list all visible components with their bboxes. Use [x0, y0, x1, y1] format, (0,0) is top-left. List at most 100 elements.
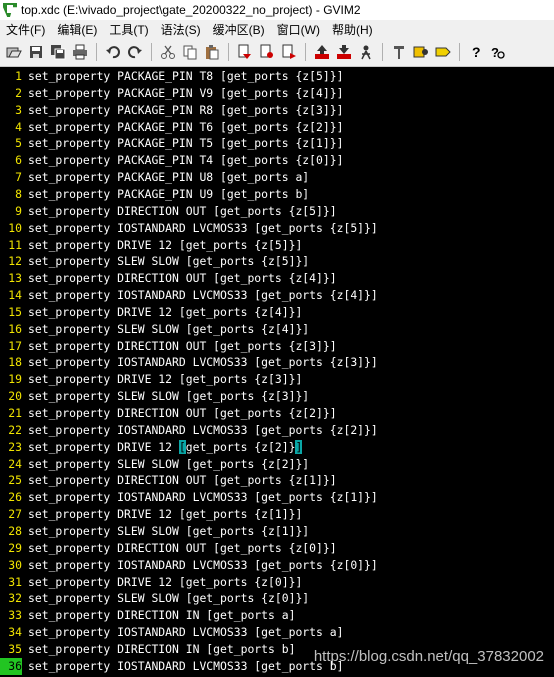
line-text: set_property DIRECTION OUT [get_ports {z… [28, 338, 337, 353]
editor-line[interactable]: 9 set_property DIRECTION OUT [get_ports {… [0, 203, 336, 220]
menu-item-0[interactable]: 文件(F) [0, 21, 51, 38]
editor-line[interactable]: 24 set_property SLEW SLOW [get_ports {z[2… [0, 456, 309, 473]
editor-line[interactable]: 21 set_property DIRECTION OUT [get_ports … [0, 405, 337, 422]
line-text: set_property SLEW SLOW [get_ports {z[1]}… [28, 523, 310, 538]
replace-icon[interactable] [235, 42, 255, 62]
line-number: 27 [8, 507, 22, 522]
line-text: set_property DIRECTION IN [get_ports b] [28, 641, 296, 656]
line-number: 26 [8, 490, 22, 505]
editor-line[interactable]: 33 set_property DIRECTION IN [get_ports a… [0, 607, 295, 624]
line-text: set_property PACKAGE_PIN V9 [get_ports {… [28, 85, 344, 100]
editor-line[interactable]: 10 set_property IOSTANDARD LVCMOS33 [get_… [0, 220, 377, 237]
editor-line[interactable]: 22 set_property IOSTANDARD LVCMOS33 [get_… [0, 422, 377, 439]
line-number: 33 [8, 608, 22, 623]
undo-icon[interactable] [103, 42, 123, 62]
editor-line[interactable]: 3 set_property PACKAGE_PIN R8 [get_ports … [0, 102, 343, 119]
line-text: set_property DIRECTION IN [get_ports a] [28, 608, 296, 623]
line-number: 13 [8, 271, 22, 286]
editor-line[interactable]: 27 set_property DRIVE 12 [get_ports {z[1]… [0, 506, 302, 523]
line-text: set_property DIRECTION OUT [get_ports {z… [28, 406, 337, 420]
line-number: 21 [8, 406, 22, 420]
line-number: 28 [8, 523, 22, 538]
load-session-icon[interactable] [312, 42, 332, 62]
menu-item-5[interactable]: 窗口(W) [271, 21, 326, 38]
line-text: set_property SLEW SLOW [get_ports {z[3]}… [28, 389, 310, 404]
line-number: 18 [8, 355, 22, 370]
line-number: 22 [8, 422, 22, 437]
editor-line[interactable]: 15 set_property DRIVE 12 [get_ports {z[4]… [0, 304, 302, 321]
redo-icon[interactable] [125, 42, 145, 62]
editor-line[interactable]: 35 set_property DIRECTION IN [get_ports b… [0, 641, 295, 658]
line-number: 17 [8, 338, 22, 353]
line-number: 2 [15, 85, 22, 100]
line-number: 6 [15, 153, 22, 168]
menu-item-3[interactable]: 语法(S) [155, 21, 207, 38]
editor-line[interactable]: 30 set_property IOSTANDARD LVCMOS33 [get_… [0, 557, 377, 574]
find-next-icon[interactable] [257, 42, 277, 62]
open-icon[interactable] [4, 42, 24, 62]
line-text: set_property DRIVE 12 [get_ports {z[3]}] [28, 372, 303, 387]
editor-line[interactable]: 17 set_property DIRECTION OUT [get_ports … [0, 338, 337, 355]
editor-line[interactable]: 31 set_property DRIVE 12 [get_ports {z[0]… [0, 574, 302, 591]
shell-icon[interactable] [411, 42, 431, 62]
print-icon[interactable] [70, 42, 90, 62]
line-number: 16 [8, 321, 22, 336]
editor-line[interactable]: 11 set_property DRIVE 12 [get_ports {z[5]… [0, 237, 302, 254]
line-number: 36 [0, 657, 22, 675]
editor-line[interactable]: 36 set_property IOSTANDARD LVCMOS33 [get_… [0, 657, 343, 675]
menu-item-1[interactable]: 编辑(E) [51, 21, 103, 38]
editor-line[interactable]: 13 set_property DIRECTION OUT [get_ports … [0, 270, 336, 287]
save-all-icon[interactable] [48, 42, 68, 62]
find-prev-icon[interactable] [279, 42, 299, 62]
line-text: set_property SLEW SLOW [get_ports {z[0]}… [28, 591, 310, 606]
editor-line[interactable]: 34 set_property IOSTANDARD LVCMOS33 [get_… [0, 624, 343, 641]
editor-area[interactable]: 1 set_property PACKAGE_PIN T8 [get_ports … [0, 68, 554, 677]
editor-line[interactable]: 7 set_property PACKAGE_PIN U8 [get_ports … [0, 169, 309, 186]
editor-line[interactable]: 29 set_property DIRECTION OUT [get_ports … [0, 540, 336, 557]
toolbar: ?? [0, 38, 554, 67]
menu-item-4[interactable]: 缓冲区(B) [207, 21, 271, 38]
make-icon[interactable] [389, 42, 409, 62]
find-help-icon[interactable]: ? [488, 42, 508, 62]
editor-line[interactable]: 5 set_property PACKAGE_PIN T5 [get_ports … [0, 135, 343, 152]
toolbar-separator [305, 43, 306, 61]
save-session-icon[interactable] [334, 42, 354, 62]
cut-icon[interactable] [158, 42, 178, 62]
editor-line[interactable]: 2 set_property PACKAGE_PIN V9 [get_ports … [0, 85, 343, 102]
editor-line[interactable]: 32 set_property SLEW SLOW [get_ports {z[0… [0, 590, 309, 607]
save-icon[interactable] [26, 42, 46, 62]
editor-line[interactable]: 25 set_property DIRECTION OUT [get_ports … [0, 472, 336, 489]
editor-line[interactable]: 28 set_property SLEW SLOW [get_ports {z[1… [0, 523, 309, 540]
menu-item-2[interactable]: 工具(T) [103, 21, 154, 38]
editor-line[interactable]: 23 set_property DRIVE 12 [get_ports {z[2]… [0, 439, 303, 456]
paste-icon[interactable] [202, 42, 222, 62]
editor-line[interactable]: 19 set_property DRIVE 12 [get_ports {z[3]… [0, 371, 302, 388]
editor-line[interactable]: 4 set_property PACKAGE_PIN T6 [get_ports … [0, 119, 343, 136]
tags-icon[interactable] [433, 42, 453, 62]
line-number: 32 [8, 591, 22, 606]
run-script-icon[interactable] [356, 42, 376, 62]
line-number: 3 [15, 102, 22, 117]
line-number: 35 [8, 641, 22, 656]
editor-line[interactable]: 8 set_property PACKAGE_PIN U9 [get_ports … [0, 186, 309, 203]
line-number: 10 [8, 220, 22, 235]
line-text: set_property PACKAGE_PIN T6 [get_ports {… [28, 119, 344, 134]
editor-line[interactable]: 16 set_property SLEW SLOW [get_ports {z[4… [0, 321, 309, 338]
menu-item-6[interactable]: 帮助(H) [326, 21, 379, 38]
editor-line[interactable]: 26 set_property IOSTANDARD LVCMOS33 [get_… [0, 489, 377, 506]
help-icon[interactable]: ? [466, 42, 486, 62]
line-number: 9 [15, 203, 22, 218]
svg-text:?: ? [472, 44, 481, 60]
editor-line[interactable]: 12 set_property SLEW SLOW [get_ports {z[5… [0, 253, 309, 270]
editor-line[interactable]: 20 set_property SLEW SLOW [get_ports {z[3… [0, 388, 309, 405]
editor-line[interactable]: 6 set_property PACKAGE_PIN T4 [get_ports … [0, 152, 343, 169]
line-text: set_property DRIVE 12 [get_ports {z[5]}] [28, 237, 303, 252]
editor-line[interactable]: 18 set_property IOSTANDARD LVCMOS33 [get_… [0, 354, 377, 371]
editor-line[interactable]: 14 set_property IOSTANDARD LVCMOS33 [get_… [0, 287, 377, 304]
title-bar: top.xdc (E:\vivado_project\gate_20200322… [0, 0, 554, 20]
window-title: top.xdc (E:\vivado_project\gate_20200322… [21, 3, 361, 17]
editor-line[interactable]: 1 set_property PACKAGE_PIN T8 [get_ports … [0, 68, 343, 85]
line-number: 4 [15, 119, 22, 134]
copy-icon[interactable] [180, 42, 200, 62]
line-text: set_property SLEW SLOW [get_ports {z[5]}… [28, 254, 310, 269]
